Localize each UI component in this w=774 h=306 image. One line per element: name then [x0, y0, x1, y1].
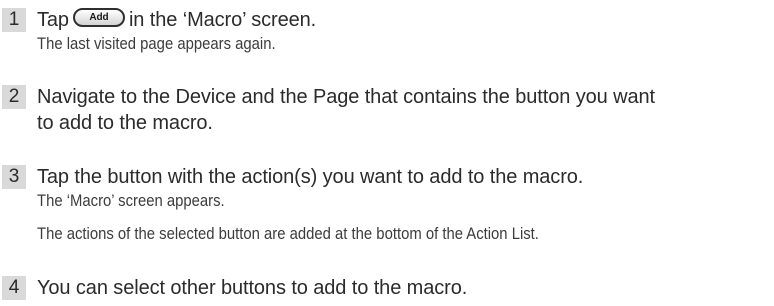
- step-number: 2: [2, 85, 26, 109]
- instruction-text: in the ‘Macro’ screen.: [128, 9, 317, 31]
- instruction-text: Tap: [37, 9, 69, 31]
- step-instruction: You can select other buttons to add to t…: [37, 277, 468, 299]
- step-instruction: Tap Add in the ‘Macro’ screen.: [37, 7, 770, 33]
- step-note: The actions of the selected button are a…: [37, 225, 539, 243]
- step-instruction: Tap the button with the action(s) you wa…: [37, 166, 584, 188]
- step-instruction: Navigate to the Device and the Page that…: [37, 86, 655, 108]
- add-button-label: Add: [89, 12, 109, 23]
- step-number: 3: [2, 165, 26, 189]
- step-note: The ‘Macro’ screen appears.: [37, 192, 225, 210]
- step-number: 4: [2, 276, 26, 300]
- add-button-icon: Add: [72, 8, 125, 27]
- step-number: 1: [2, 8, 26, 32]
- step-note: The last visited page appears again.: [37, 35, 276, 53]
- step-instruction: to add to the macro.: [37, 112, 213, 134]
